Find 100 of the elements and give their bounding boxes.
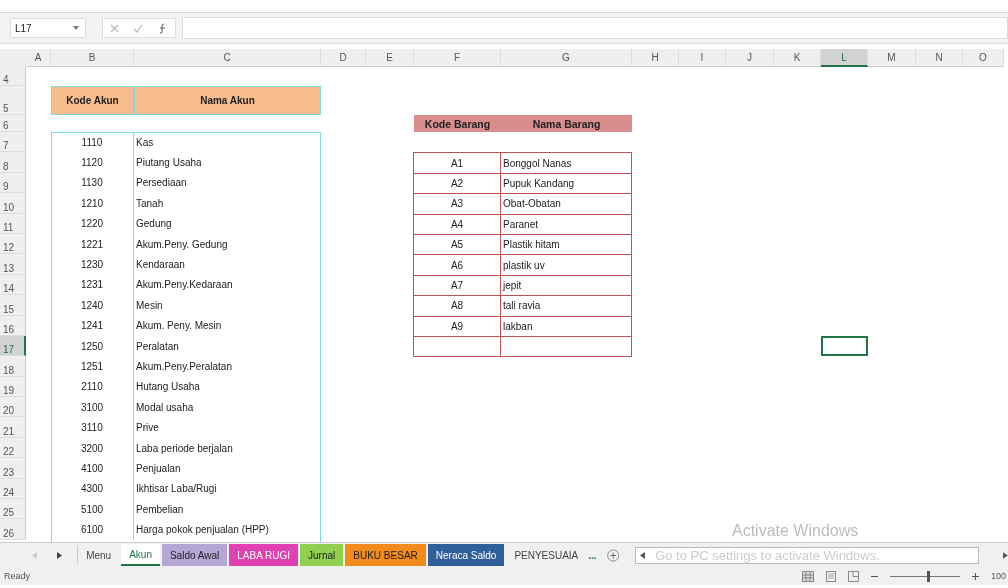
row-header[interactable]: 6 — [0, 115, 26, 132]
row-header[interactable]: 16 — [0, 315, 26, 336]
zoom-slider-thumb[interactable] — [927, 570, 931, 582]
row-header[interactable]: 14 — [0, 274, 26, 296]
sheet-tab[interactable]: Menu — [78, 544, 120, 566]
page-break-icon[interactable] — [847, 570, 859, 582]
add-sheet-icon[interactable] — [606, 548, 620, 562]
row-header[interactable]: 25 — [0, 499, 26, 520]
row-header[interactable]: 21 — [0, 417, 26, 438]
table-cell: 1220 — [51, 213, 134, 234]
activation-title: Activate Windows — [732, 521, 859, 540]
row-header[interactable]: 4 — [0, 67, 26, 86]
column-header[interactable]: M — [868, 49, 916, 67]
table-cell-text: Pembelian — [135, 502, 185, 517]
scroll-right-icon[interactable] — [1003, 551, 1008, 559]
table-cell: tali ravia — [500, 295, 632, 317]
column-header[interactable]: G — [501, 49, 632, 67]
table-cell-text: Mesin — [135, 298, 164, 313]
column-header[interactable]: E — [366, 49, 414, 67]
selected-cell[interactable] — [821, 335, 868, 357]
column-header[interactable]: J — [726, 49, 774, 67]
sheet-tab[interactable]: BUKU BESAR — [345, 544, 426, 566]
row-header[interactable]: 9 — [0, 172, 26, 194]
table-header-cell: Kode Akun — [51, 86, 134, 115]
row-header[interactable]: 15 — [0, 295, 26, 316]
formula-input[interactable] — [182, 17, 1008, 39]
row-header[interactable]: 26 — [0, 519, 26, 540]
row-header[interactable]: 20 — [0, 397, 26, 418]
table-cell-text: Harga pokok penjualan (HPP) — [135, 523, 270, 538]
table-cell: 1110 — [51, 132, 134, 153]
scroll-left-icon[interactable] — [640, 551, 646, 559]
column-header[interactable]: N — [916, 49, 963, 67]
row-header[interactable]: 10 — [0, 193, 26, 214]
more-tabs-button[interactable]: ... — [588, 549, 597, 561]
row-header[interactable]: 8 — [0, 152, 26, 173]
row-header[interactable]: 12 — [0, 233, 26, 255]
table-cell: Plastik hitam — [500, 233, 632, 256]
normal-view-icon[interactable] — [801, 570, 814, 582]
table-cell: 3100 — [51, 397, 134, 418]
sheet-tab[interactable]: Saldo Awal — [161, 544, 228, 566]
table-cell-text: Hutang Usaha — [135, 380, 201, 395]
row-header[interactable]: 22 — [0, 437, 26, 459]
table-header-cell: Kode Barang — [414, 115, 501, 132]
column-header[interactable]: A — [26, 49, 51, 67]
table-cell: 1250 — [51, 335, 134, 357]
table-cell-text: Modal usaha — [135, 400, 195, 415]
table-cell: 1130 — [51, 172, 134, 194]
table-cell-text: Gedung — [135, 217, 173, 232]
table-cell-text: Laba periode berjalan — [135, 441, 234, 456]
table-cell-text: Peralatan — [135, 339, 180, 354]
column-header[interactable]: I — [679, 49, 726, 67]
table-cell: 5100 — [51, 499, 134, 520]
table-header-cell: Nama Barang — [501, 115, 632, 132]
row-header[interactable]: 13 — [0, 254, 26, 275]
row-header[interactable]: 7 — [0, 132, 26, 153]
sheet-tab[interactable]: Akun — [121, 544, 160, 566]
enter-check-icon[interactable] — [133, 23, 144, 33]
table-cell: Paranet — [500, 213, 632, 235]
row-header[interactable]: 18 — [0, 356, 26, 377]
column-header[interactable]: D — [321, 49, 366, 67]
table-cell-text: Ikhtisar Laba/Rugi — [135, 482, 218, 497]
table-cell: 1240 — [51, 295, 134, 316]
table-cell: 1241 — [51, 315, 134, 336]
column-header[interactable]: L — [821, 49, 868, 67]
function-icon[interactable] — [157, 22, 168, 34]
row-header[interactable]: 17 — [0, 335, 26, 357]
page-layout-icon[interactable] — [825, 570, 836, 582]
name-box[interactable]: L17 — [10, 18, 86, 38]
column-header[interactable]: F — [414, 49, 501, 67]
status-text: Ready — [4, 571, 30, 581]
table-cell: Bonggol Nanas — [500, 152, 632, 174]
column-header[interactable]: K — [774, 49, 821, 67]
table-cell: A1 — [413, 152, 501, 174]
table-cell: 6100 — [51, 519, 134, 540]
column-header[interactable]: C — [134, 49, 321, 67]
row-header[interactable]: 11 — [0, 213, 26, 234]
column-header[interactable]: B — [51, 49, 134, 67]
table-cell-text: Kas — [135, 135, 155, 150]
table-cell: 2110 — [51, 376, 134, 398]
table-cell: 1120 — [51, 152, 134, 173]
sheet-tab[interactable]: PENYESUAIA — [506, 544, 587, 566]
scroll-right-icon[interactable] — [57, 551, 62, 559]
zoom-percent[interactable]: 100 — [990, 571, 1008, 581]
sheet-tab[interactable]: Neraca Saldo — [427, 544, 505, 566]
row-header[interactable]: 19 — [0, 376, 26, 398]
row-header[interactable]: 24 — [0, 478, 26, 500]
sheet-tab[interactable]: LABA RUGI — [229, 544, 299, 566]
table-cell: 1231 — [51, 274, 134, 296]
row-header[interactable]: 5 — [0, 86, 26, 115]
table-cell: 1221 — [51, 233, 134, 255]
row-header[interactable]: 23 — [0, 458, 26, 479]
zoom-in-icon[interactable] — [971, 572, 979, 580]
sheet-tab[interactable]: Jurnal — [300, 544, 344, 566]
table-cell: 1210 — [51, 193, 134, 214]
table-cell: lakban — [500, 315, 632, 337]
table-cell: Obat-Obatan — [500, 193, 632, 215]
table-cell-text: Kendaraan — [135, 258, 186, 273]
column-header[interactable]: O — [963, 49, 1004, 67]
column-header[interactable]: H — [632, 49, 679, 67]
table-cell: plastik uv — [500, 254, 632, 276]
